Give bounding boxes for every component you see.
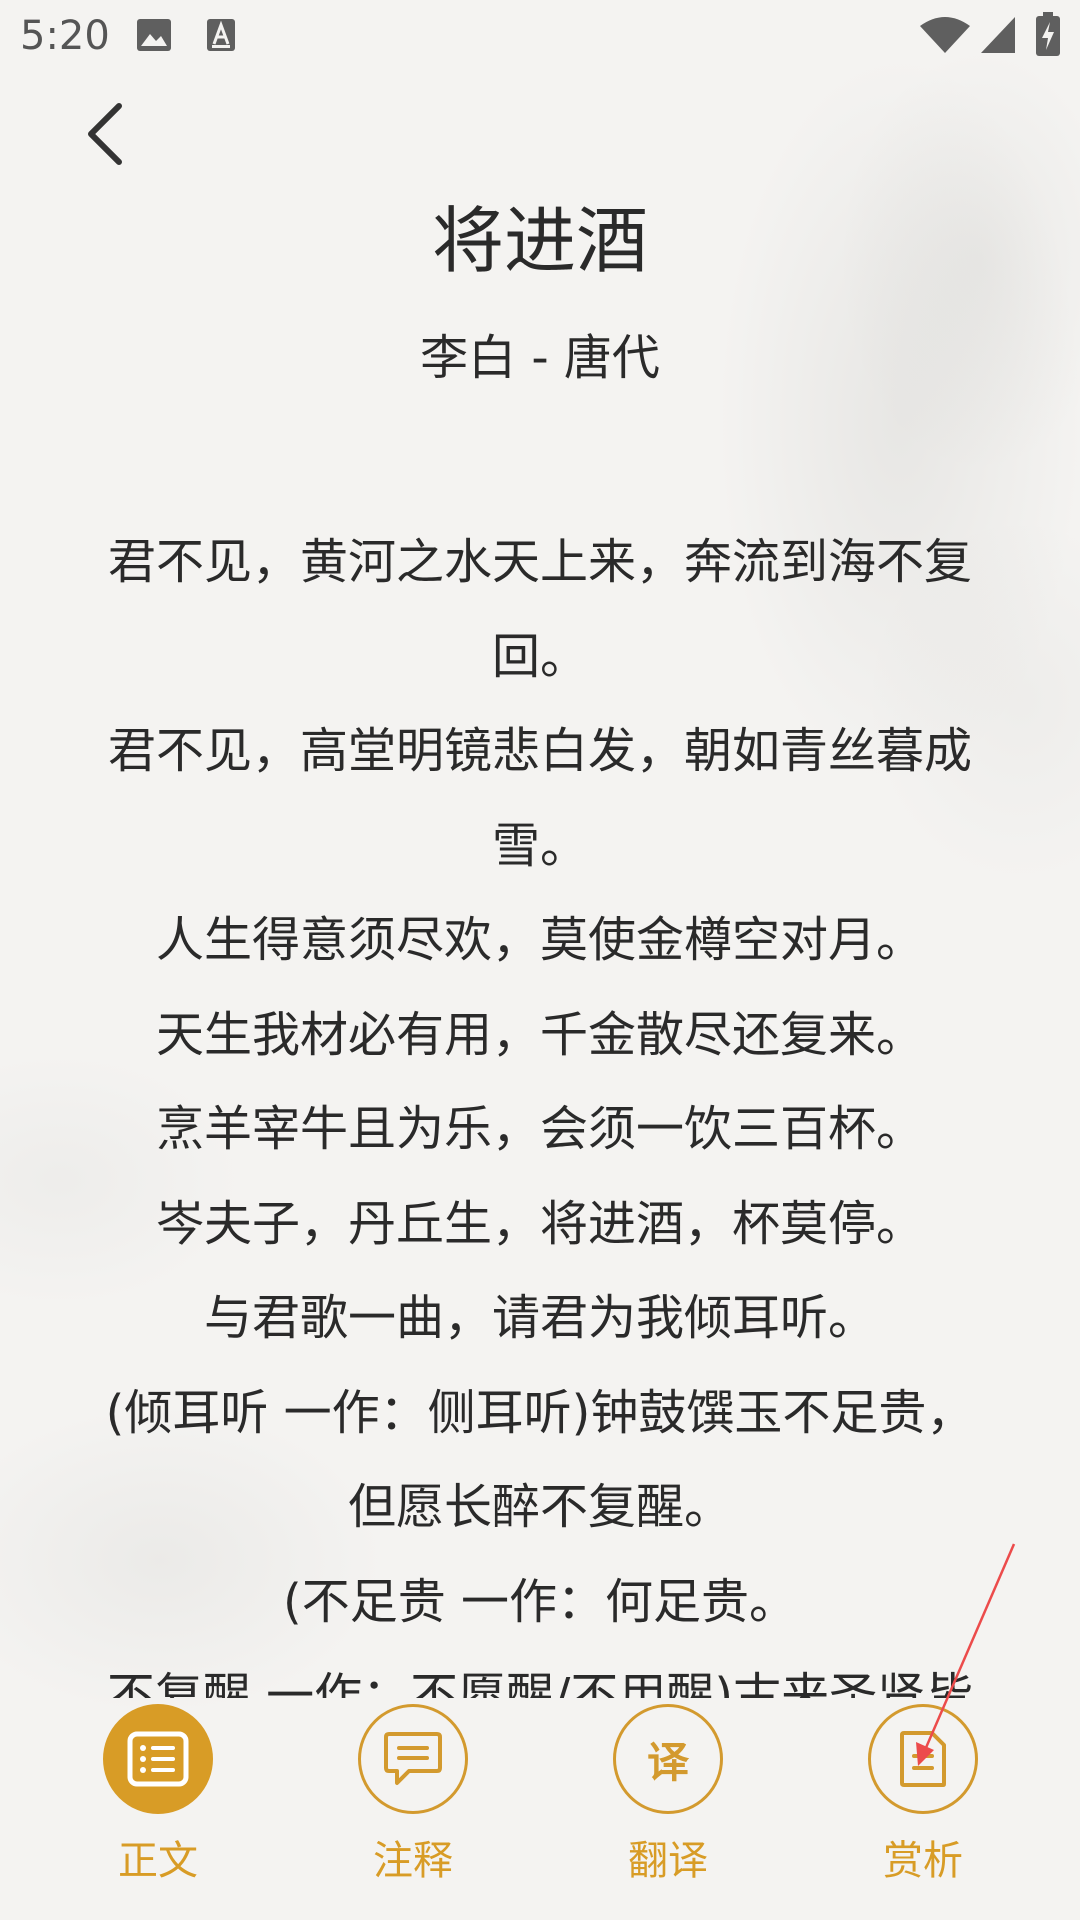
poem-line: 但愿长醉不复醒。 <box>347 1479 732 1535</box>
wifi-icon <box>920 16 970 58</box>
poem-line: 雪。 <box>491 817 588 874</box>
tab-label: 翻译 <box>628 1838 708 1884</box>
poem-line: 不复醒 一作：不愿醒/不用醒)古来圣贤皆 <box>106 1668 974 1698</box>
translate-icon-glyph: 译 <box>646 1737 689 1787</box>
poem-line: (倾耳听 一作：侧耳听)钟鼓馔玉不足贵， <box>105 1384 975 1441</box>
poem-body: 君不见，黄河之水天上来，奔流到海不复 回。 君不见，高堂明镜悲白发，朝如青丝暮成… <box>48 515 1032 1698</box>
gallery-icon <box>136 18 172 56</box>
poem-line: 与君歌一曲，请君为我倾耳听。 <box>203 1290 876 1346</box>
poem-line: 天生我材必有用，千金散尽还复来。 <box>155 1006 924 1063</box>
signal-icon <box>980 16 1016 58</box>
comment-icon <box>358 1704 468 1814</box>
poem-line: 回。 <box>491 628 588 685</box>
font-a-icon <box>206 18 236 56</box>
poem-title: 将进酒 <box>431 199 648 283</box>
status-time: 5:20 <box>20 13 110 59</box>
status-bar: 5:20 <box>0 0 1080 72</box>
document-icon <box>868 1704 978 1814</box>
list-doc-icon <box>103 1704 213 1814</box>
battery-charging-icon <box>1036 12 1060 60</box>
translate-icon: 译 <box>613 1704 723 1814</box>
poem-author: 李白 - 唐代 <box>420 330 660 386</box>
poem-line: 烹羊宰牛且为乐，会须一饮三百杯。 <box>155 1101 924 1157</box>
poem-line: 君不见，高堂明镜悲白发，朝如青丝暮成 <box>107 723 972 779</box>
tab-translation[interactable]: 译 翻译 <box>580 1704 760 1914</box>
tab-label: 注释 <box>373 1838 453 1884</box>
tab-label: 正文 <box>118 1838 198 1884</box>
poem-line: (不足贵 一作：何足贵。 <box>283 1573 797 1630</box>
poem-line: 人生得意须尽欢，莫使金樽空对月。 <box>155 912 924 968</box>
back-button[interactable] <box>70 96 140 172</box>
tab-main-text[interactable]: 正文 <box>70 1704 250 1914</box>
chevron-left-icon <box>88 103 122 165</box>
bottom-nav: 正文 注释 译 翻译 赏析 <box>0 1700 1080 1920</box>
poem-line: 岑夫子，丹丘生，将进酒，杯莫停。 <box>155 1195 924 1252</box>
tab-label: 赏析 <box>883 1838 963 1884</box>
poem-line: 君不见，黄河之水天上来，奔流到海不复 <box>107 534 972 590</box>
tab-annotation[interactable]: 注释 <box>325 1704 505 1914</box>
tab-appreciation[interactable]: 赏析 <box>835 1704 1015 1914</box>
